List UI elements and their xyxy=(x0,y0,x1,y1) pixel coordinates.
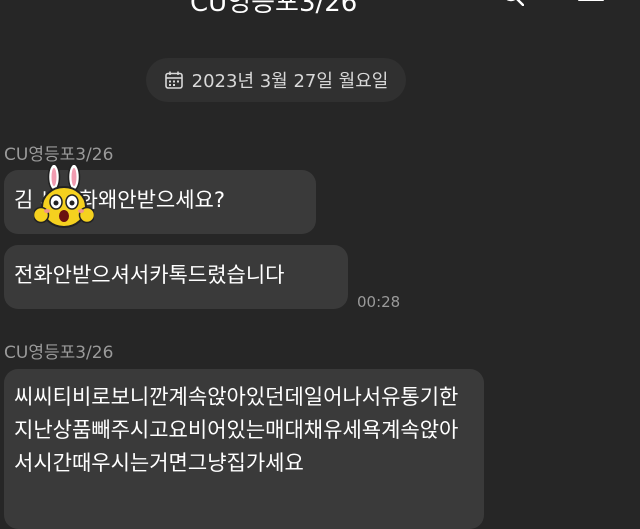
sender-name[interactable]: CU영등포3/26 xyxy=(4,338,113,363)
top-bar: CU영등포3/26 xyxy=(0,0,640,18)
rabbit-face-icon xyxy=(34,165,94,228)
message-bubble[interactable]: 전화안받으셔서카톡드렸습니다 xyxy=(4,245,348,309)
message-time: 00:28 xyxy=(357,293,401,311)
menu-icon[interactable] xyxy=(578,0,604,6)
sender-name[interactable]: CU영등포3/26 xyxy=(4,140,113,165)
search-icon[interactable] xyxy=(502,0,524,6)
date-divider-text: 2023년 3월 27일 월요일 xyxy=(191,71,389,92)
calendar-icon xyxy=(164,71,183,89)
message-bubble[interactable]: 씨씨티비로보니깐계속앉아있던데일어나서유통기한지난상품빼주시고요비어있는매대채유… xyxy=(4,369,484,529)
date-divider: 2023년 3월 27일 월요일 xyxy=(146,58,406,102)
chat-title: CU영등포3/26 xyxy=(190,0,358,18)
